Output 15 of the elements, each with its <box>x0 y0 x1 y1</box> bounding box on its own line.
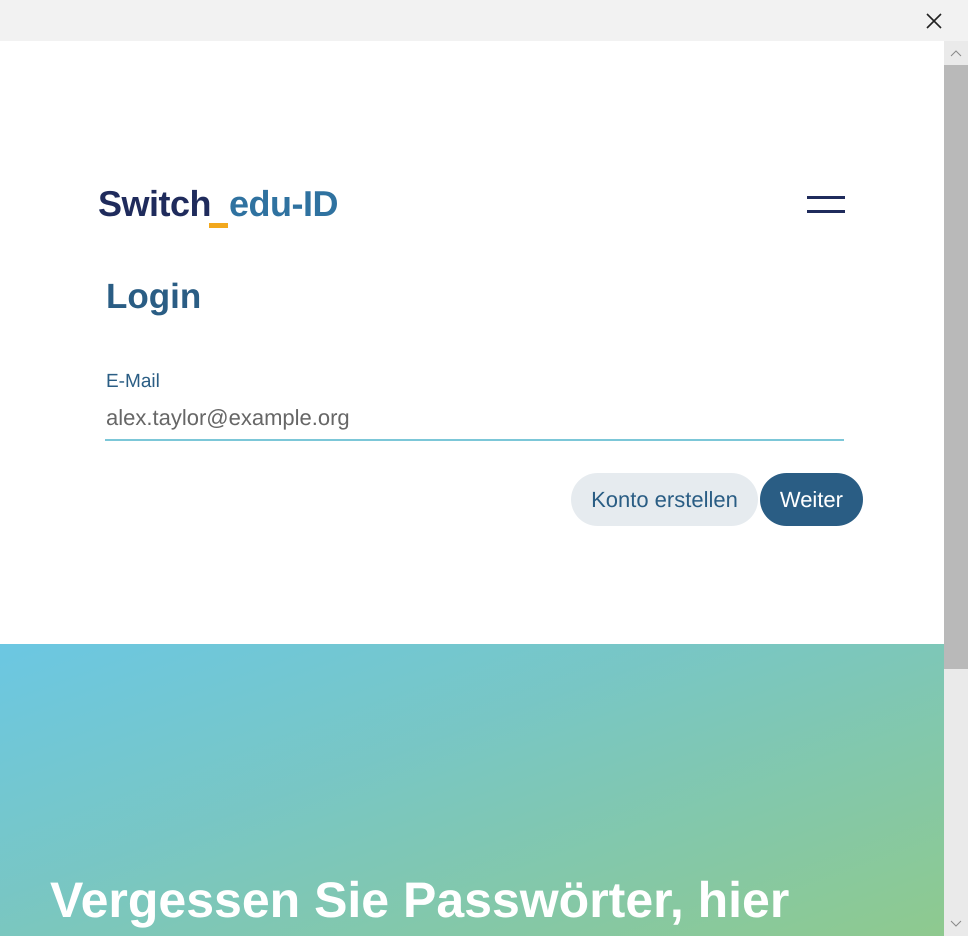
scroll-down-icon[interactable] <box>950 920 962 928</box>
menu-icon[interactable] <box>807 196 845 212</box>
scrollbar-thumb[interactable] <box>944 65 968 669</box>
create-account-button[interactable]: Konto erstellen <box>571 473 758 526</box>
scroll-up-icon[interactable] <box>950 49 962 57</box>
close-icon[interactable] <box>926 12 942 28</box>
login-title: Login <box>106 277 202 317</box>
logo-text: Switch <box>98 183 212 225</box>
logo-text: edu-ID <box>229 183 338 225</box>
logo-underscore-icon <box>209 223 228 228</box>
email-field[interactable]: alex.taylor@example.org <box>105 401 844 441</box>
continue-button[interactable]: Weiter <box>760 473 863 526</box>
hero-headline: Vergessen Sie Passwörter, hier <box>50 872 790 930</box>
scrollbar[interactable] <box>944 41 968 936</box>
email-label: E-Mail <box>106 371 161 393</box>
